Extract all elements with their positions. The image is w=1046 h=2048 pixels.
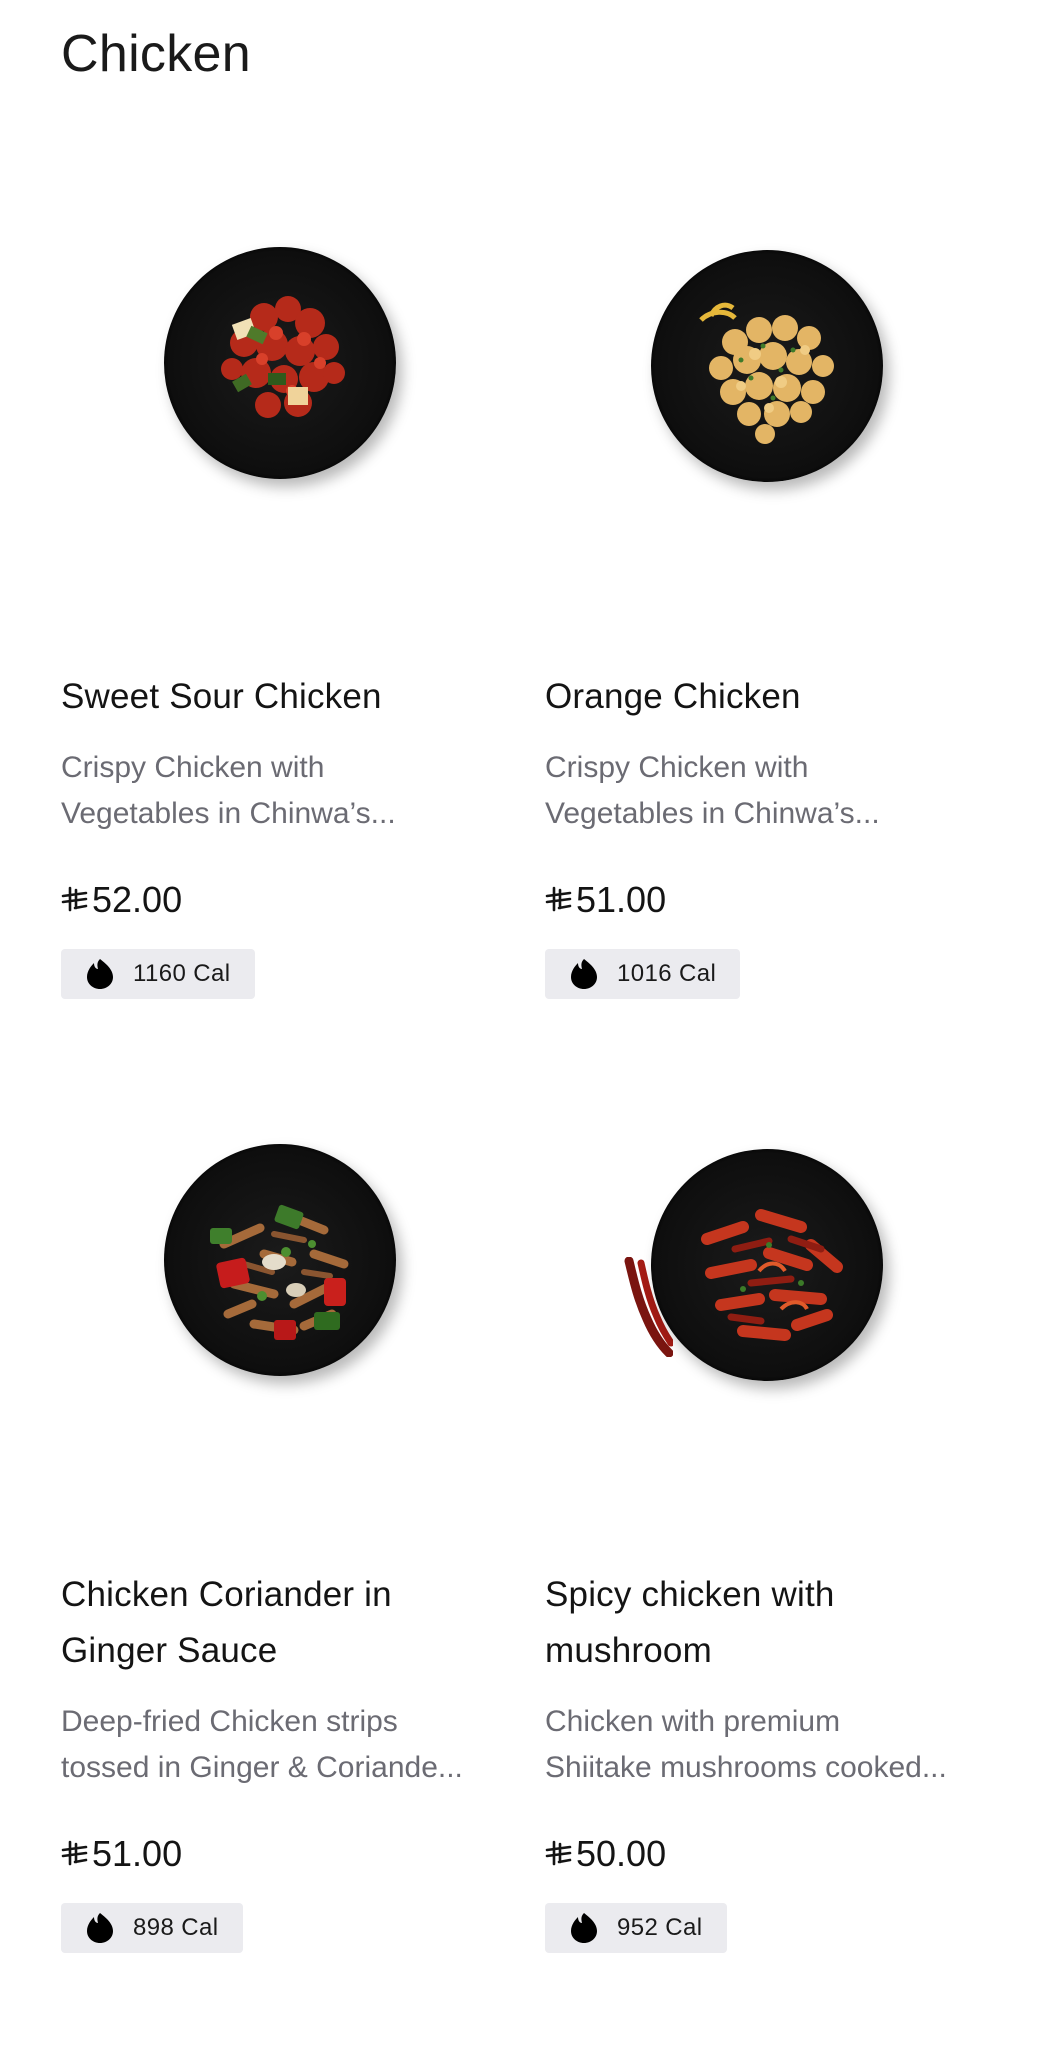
- item-description: Crispy Chicken with Vegetables in Chinwa…: [61, 745, 501, 837]
- flame-icon: [87, 1913, 113, 1943]
- item-description-line: Crispy Chicken with: [61, 751, 325, 784]
- menu-item-card[interactable]: Sweet Sour Chicken Crispy Chicken with V…: [61, 137, 501, 999]
- saudi-riyal-icon: [61, 886, 88, 912]
- calorie-badge: 1016 Cal: [545, 949, 741, 999]
- dish-image-spicy-chicken-mushroom[interactable]: [545, 1035, 985, 1435]
- calorie-badge: 952 Cal: [545, 1903, 727, 1953]
- item-description-line: Deep-fried Chicken strips: [61, 1705, 398, 1738]
- price-value: 52.00: [92, 879, 183, 920]
- item-description-line: Vegetables in Chinwa’s...: [61, 797, 396, 830]
- saudi-riyal-icon: [61, 1840, 88, 1866]
- saudi-riyal-icon: [545, 886, 572, 912]
- flame-icon: [571, 1913, 597, 1943]
- item-description-line: Chicken with premium: [545, 1705, 841, 1738]
- calorie-badge: 1160 Cal: [61, 949, 255, 999]
- item-name[interactable]: Sweet Sour Chicken: [61, 669, 501, 725]
- item-name-line: Ginger Sauce: [61, 1631, 278, 1670]
- menu-item-card[interactable]: Spicy chicken with mushroom Chicken with…: [545, 1035, 985, 1953]
- plate: [651, 250, 883, 482]
- item-description-line: Shiitake mushrooms cooked...: [545, 1751, 947, 1784]
- item-name-line: Chicken Coriander in: [61, 1575, 392, 1614]
- menu-item-card[interactable]: Orange Chicken Crispy Chicken with Veget…: [545, 137, 985, 999]
- item-name[interactable]: Spicy chicken with mushroom: [545, 1567, 985, 1679]
- item-description: Deep-fried Chicken strips tossed in Ging…: [61, 1699, 501, 1791]
- flame-icon: [571, 959, 597, 989]
- item-name-line: mushroom: [545, 1631, 712, 1670]
- item-description-line: Vegetables in Chinwa’s...: [545, 797, 880, 830]
- saudi-riyal-icon: [545, 1840, 572, 1866]
- flame-icon: [87, 959, 113, 989]
- section-title: Chicken: [61, 25, 251, 83]
- price-value: 50.00: [576, 1833, 667, 1874]
- item-price: 50.00: [545, 1831, 985, 1877]
- item-name[interactable]: Orange Chicken: [545, 669, 985, 725]
- plate: [164, 247, 396, 479]
- dish-image-chicken-coriander[interactable]: [61, 1035, 501, 1435]
- plate: [651, 1149, 883, 1381]
- item-description-line: tossed in Ginger & Coriande...: [61, 1751, 463, 1784]
- calorie-badge: 898 Cal: [61, 1903, 243, 1953]
- item-description: Crispy Chicken with Vegetables in Chinwa…: [545, 745, 985, 837]
- calorie-value: 898 Cal: [133, 1914, 219, 1941]
- dish-image-sweet-sour-chicken[interactable]: [61, 137, 501, 537]
- calorie-value: 1016 Cal: [617, 960, 717, 987]
- calorie-value: 952 Cal: [617, 1914, 703, 1941]
- item-price: 52.00: [61, 877, 501, 923]
- price-value: 51.00: [576, 879, 667, 920]
- item-price: 51.00: [61, 1831, 501, 1877]
- plate: [164, 1144, 396, 1376]
- item-name-line: Orange Chicken: [545, 677, 801, 716]
- item-name-line: Sweet Sour Chicken: [61, 677, 382, 716]
- item-price: 51.00: [545, 877, 985, 923]
- calorie-value: 1160 Cal: [133, 960, 231, 987]
- item-name-line: Spicy chicken with: [545, 1575, 835, 1614]
- dish-image-orange-chicken[interactable]: [545, 137, 985, 537]
- item-description-line: Crispy Chicken with: [545, 751, 809, 784]
- price-value: 51.00: [92, 1833, 183, 1874]
- menu-item-card[interactable]: Chicken Coriander in Ginger Sauce Deep-f…: [61, 1035, 501, 1953]
- item-description: Chicken with premium Shiitake mushrooms …: [545, 1699, 985, 1791]
- item-name[interactable]: Chicken Coriander in Ginger Sauce: [61, 1567, 501, 1679]
